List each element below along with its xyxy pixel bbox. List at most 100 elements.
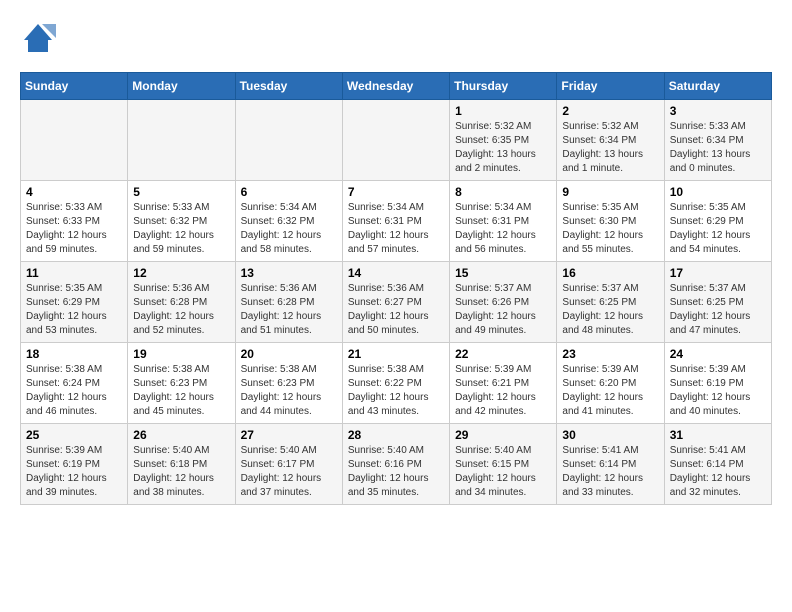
day-detail: Sunrise: 5:40 AM Sunset: 6:16 PM Dayligh… xyxy=(348,444,444,500)
day-detail: Sunrise: 5:39 AM Sunset: 6:20 PM Dayligh… xyxy=(562,363,658,419)
day-number: 25 xyxy=(26,428,122,442)
calendar-week-4: 18 Sunrise: 5:38 AM Sunset: 6:24 PM Dayli… xyxy=(21,343,772,424)
weekday-header-sunday: Sunday xyxy=(21,73,128,100)
day-detail: Sunrise: 5:37 AM Sunset: 6:25 PM Dayligh… xyxy=(670,282,766,338)
day-number: 28 xyxy=(348,428,444,442)
page-header xyxy=(20,20,772,56)
day-number: 12 xyxy=(133,266,229,280)
day-number: 10 xyxy=(670,185,766,199)
calendar-cell: 14 Sunrise: 5:36 AM Sunset: 6:27 PM Dayli… xyxy=(342,262,449,343)
day-number: 8 xyxy=(455,185,551,199)
calendar-cell: 22 Sunrise: 5:39 AM Sunset: 6:21 PM Dayli… xyxy=(450,343,557,424)
day-detail: Sunrise: 5:37 AM Sunset: 6:25 PM Dayligh… xyxy=(562,282,658,338)
calendar-cell: 2Sunrise: 5:32 AM Sunset: 6:34 PM Daylig… xyxy=(557,100,664,181)
day-number: 13 xyxy=(241,266,337,280)
day-detail: Sunrise: 5:39 AM Sunset: 6:19 PM Dayligh… xyxy=(670,363,766,419)
calendar-week-2: 4 Sunrise: 5:33 AM Sunset: 6:33 PM Daylig… xyxy=(21,181,772,262)
day-number: 5 xyxy=(133,185,229,199)
day-number: 19 xyxy=(133,347,229,361)
calendar-cell: 7Sunrise: 5:34 AM Sunset: 6:31 PM Daylig… xyxy=(342,181,449,262)
day-detail: Sunrise: 5:35 AM Sunset: 6:30 PM Dayligh… xyxy=(562,201,658,257)
day-number: 23 xyxy=(562,347,658,361)
day-number: 18 xyxy=(26,347,122,361)
calendar-cell: 5 Sunrise: 5:33 AM Sunset: 6:32 PM Daylig… xyxy=(128,181,235,262)
calendar-cell: 6Sunrise: 5:34 AM Sunset: 6:32 PM Daylig… xyxy=(235,181,342,262)
day-number: 14 xyxy=(348,266,444,280)
day-number: 6 xyxy=(241,185,337,199)
day-detail: Sunrise: 5:32 AM Sunset: 6:34 PM Dayligh… xyxy=(562,120,658,176)
calendar-cell: 30 Sunrise: 5:41 AM Sunset: 6:14 PM Dayli… xyxy=(557,424,664,505)
weekday-header-wednesday: Wednesday xyxy=(342,73,449,100)
day-number: 15 xyxy=(455,266,551,280)
day-detail: Sunrise: 5:40 AM Sunset: 6:15 PM Dayligh… xyxy=(455,444,551,500)
calendar-cell: 31 Sunrise: 5:41 AM Sunset: 6:14 PM Dayli… xyxy=(664,424,771,505)
calendar-cell xyxy=(128,100,235,181)
calendar-cell: 1Sunrise: 5:32 AM Sunset: 6:35 PM Daylig… xyxy=(450,100,557,181)
day-number: 4 xyxy=(26,185,122,199)
calendar-table: SundayMondayTuesdayWednesdayThursdayFrid… xyxy=(20,72,772,505)
weekday-header-tuesday: Tuesday xyxy=(235,73,342,100)
day-detail: Sunrise: 5:38 AM Sunset: 6:23 PM Dayligh… xyxy=(133,363,229,419)
calendar-cell: 3 Sunrise: 5:33 AM Sunset: 6:34 PM Daylig… xyxy=(664,100,771,181)
day-number: 29 xyxy=(455,428,551,442)
calendar-cell: 8Sunrise: 5:34 AM Sunset: 6:31 PM Daylig… xyxy=(450,181,557,262)
day-number: 27 xyxy=(241,428,337,442)
day-detail: Sunrise: 5:41 AM Sunset: 6:14 PM Dayligh… xyxy=(562,444,658,500)
calendar-cell: 29 Sunrise: 5:40 AM Sunset: 6:15 PM Dayli… xyxy=(450,424,557,505)
day-detail: Sunrise: 5:41 AM Sunset: 6:14 PM Dayligh… xyxy=(670,444,766,500)
calendar-cell: 17 Sunrise: 5:37 AM Sunset: 6:25 PM Dayli… xyxy=(664,262,771,343)
day-detail: Sunrise: 5:33 AM Sunset: 6:33 PM Dayligh… xyxy=(26,201,122,257)
day-number: 31 xyxy=(670,428,766,442)
day-detail: Sunrise: 5:36 AM Sunset: 6:28 PM Dayligh… xyxy=(133,282,229,338)
calendar-cell xyxy=(342,100,449,181)
calendar-week-5: 25Sunrise: 5:39 AM Sunset: 6:19 PM Dayli… xyxy=(21,424,772,505)
weekday-header-saturday: Saturday xyxy=(664,73,771,100)
calendar-cell: 10 Sunrise: 5:35 AM Sunset: 6:29 PM Dayli… xyxy=(664,181,771,262)
day-detail: Sunrise: 5:39 AM Sunset: 6:21 PM Dayligh… xyxy=(455,363,551,419)
day-detail: Sunrise: 5:36 AM Sunset: 6:27 PM Dayligh… xyxy=(348,282,444,338)
day-detail: Sunrise: 5:36 AM Sunset: 6:28 PM Dayligh… xyxy=(241,282,337,338)
day-detail: Sunrise: 5:38 AM Sunset: 6:24 PM Dayligh… xyxy=(26,363,122,419)
day-detail: Sunrise: 5:38 AM Sunset: 6:23 PM Dayligh… xyxy=(241,363,337,419)
calendar-cell: 13 Sunrise: 5:36 AM Sunset: 6:28 PM Dayli… xyxy=(235,262,342,343)
calendar-cell: 18 Sunrise: 5:38 AM Sunset: 6:24 PM Dayli… xyxy=(21,343,128,424)
calendar-cell: 20 Sunrise: 5:38 AM Sunset: 6:23 PM Dayli… xyxy=(235,343,342,424)
calendar-cell: 28 Sunrise: 5:40 AM Sunset: 6:16 PM Dayli… xyxy=(342,424,449,505)
weekday-header-monday: Monday xyxy=(128,73,235,100)
weekday-header-thursday: Thursday xyxy=(450,73,557,100)
day-detail: Sunrise: 5:33 AM Sunset: 6:34 PM Dayligh… xyxy=(670,120,766,176)
day-number: 22 xyxy=(455,347,551,361)
calendar-cell: 11 Sunrise: 5:35 AM Sunset: 6:29 PM Dayli… xyxy=(21,262,128,343)
calendar-week-3: 11 Sunrise: 5:35 AM Sunset: 6:29 PM Dayli… xyxy=(21,262,772,343)
calendar-body: 1Sunrise: 5:32 AM Sunset: 6:35 PM Daylig… xyxy=(21,100,772,505)
calendar-cell: 16Sunrise: 5:37 AM Sunset: 6:25 PM Dayli… xyxy=(557,262,664,343)
day-number: 20 xyxy=(241,347,337,361)
day-detail: Sunrise: 5:33 AM Sunset: 6:32 PM Dayligh… xyxy=(133,201,229,257)
day-detail: Sunrise: 5:35 AM Sunset: 6:29 PM Dayligh… xyxy=(26,282,122,338)
calendar-cell: 24Sunrise: 5:39 AM Sunset: 6:19 PM Dayli… xyxy=(664,343,771,424)
day-number: 17 xyxy=(670,266,766,280)
calendar-cell xyxy=(21,100,128,181)
weekday-header-friday: Friday xyxy=(557,73,664,100)
calendar-week-1: 1Sunrise: 5:32 AM Sunset: 6:35 PM Daylig… xyxy=(21,100,772,181)
day-number: 26 xyxy=(133,428,229,442)
day-detail: Sunrise: 5:40 AM Sunset: 6:17 PM Dayligh… xyxy=(241,444,337,500)
calendar-cell: 27 Sunrise: 5:40 AM Sunset: 6:17 PM Dayli… xyxy=(235,424,342,505)
calendar-header: SundayMondayTuesdayWednesdayThursdayFrid… xyxy=(21,73,772,100)
calendar-cell: 9Sunrise: 5:35 AM Sunset: 6:30 PM Daylig… xyxy=(557,181,664,262)
day-number: 7 xyxy=(348,185,444,199)
calendar-cell: 4 Sunrise: 5:33 AM Sunset: 6:33 PM Daylig… xyxy=(21,181,128,262)
logo-icon xyxy=(20,20,56,56)
calendar-cell: 26 Sunrise: 5:40 AM Sunset: 6:18 PM Dayli… xyxy=(128,424,235,505)
day-detail: Sunrise: 5:40 AM Sunset: 6:18 PM Dayligh… xyxy=(133,444,229,500)
day-number: 3 xyxy=(670,104,766,118)
day-number: 11 xyxy=(26,266,122,280)
calendar-cell: 25Sunrise: 5:39 AM Sunset: 6:19 PM Dayli… xyxy=(21,424,128,505)
day-number: 21 xyxy=(348,347,444,361)
calendar-cell: 21Sunrise: 5:38 AM Sunset: 6:22 PM Dayli… xyxy=(342,343,449,424)
day-number: 30 xyxy=(562,428,658,442)
day-detail: Sunrise: 5:35 AM Sunset: 6:29 PM Dayligh… xyxy=(670,201,766,257)
calendar-cell: 23 Sunrise: 5:39 AM Sunset: 6:20 PM Dayli… xyxy=(557,343,664,424)
calendar-cell xyxy=(235,100,342,181)
calendar-cell: 19 Sunrise: 5:38 AM Sunset: 6:23 PM Dayli… xyxy=(128,343,235,424)
